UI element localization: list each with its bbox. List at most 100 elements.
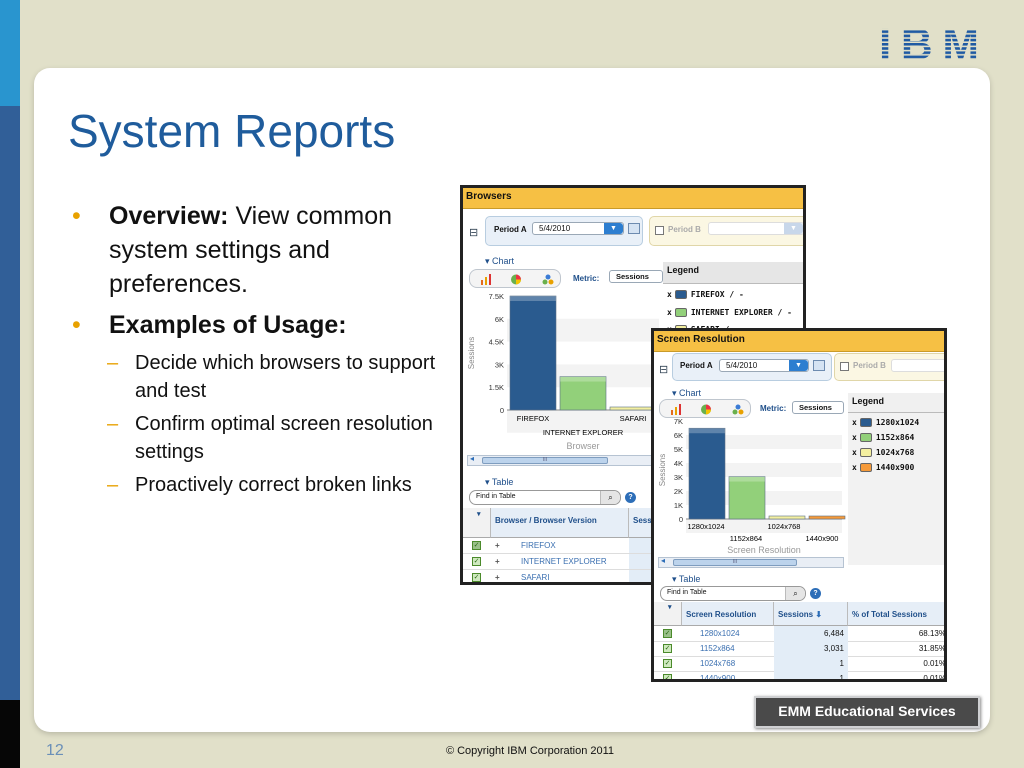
- y-axis-label: Sessions: [467, 337, 476, 369]
- help-icon[interactable]: ?: [810, 588, 821, 599]
- filter-icon[interactable]: ▾: [477, 510, 481, 518]
- legend-item[interactable]: x 1280x1024: [852, 418, 919, 427]
- bar-1440x900: [808, 515, 846, 520]
- legend-item[interactable]: x 1024x768: [852, 448, 914, 457]
- period-a-label: Period A: [680, 361, 713, 370]
- x-tick-label: 1152x864: [730, 534, 762, 543]
- expand-icon[interactable]: +: [495, 570, 500, 582]
- metric-select[interactable]: Sessions: [792, 401, 844, 414]
- bar-safari: [609, 406, 657, 411]
- row-resolution[interactable]: 1024x768: [700, 656, 735, 671]
- metric-label: Metric:: [573, 274, 600, 283]
- table-row[interactable]: ✓ 1440x900 1 0.01%: [654, 671, 944, 679]
- bar-1024x768: [768, 515, 806, 520]
- y-tick-label: 1.5K: [489, 383, 504, 392]
- table-row[interactable]: ✓ 1280x1024 6,484 68.13%: [654, 626, 944, 642]
- legend-item[interactable]: x FIREFOX / -: [667, 290, 744, 299]
- row-checkbox[interactable]: ✓: [663, 674, 672, 679]
- period-b-box: Period B: [834, 353, 944, 381]
- bullet-examples-label: Examples of Usage:: [109, 311, 347, 339]
- bar-chart-icon[interactable]: [670, 404, 682, 415]
- chevron-down-icon: ▼: [789, 360, 808, 371]
- y-tick-label: 0: [679, 515, 683, 524]
- row-resolution[interactable]: 1280x1024: [700, 626, 740, 641]
- row-checkbox[interactable]: ✓: [472, 573, 481, 582]
- search-icon[interactable]: ⌕: [600, 491, 620, 504]
- row-sessions: 6,484: [774, 626, 848, 641]
- ibm-logo: IBM: [879, 22, 979, 64]
- period-b-label: Period B: [668, 225, 701, 234]
- period-b-date-select[interactable]: [891, 359, 944, 372]
- calendar-icon[interactable]: [628, 223, 640, 234]
- table-section-toggle[interactable]: ▾ Table: [485, 477, 513, 488]
- row-checkbox[interactable]: ✓: [472, 541, 481, 550]
- search-icon[interactable]: ⌕: [785, 587, 805, 600]
- row-checkbox[interactable]: ✓: [663, 659, 672, 668]
- sub-bullet: – Confirm optimal screen resolution setti…: [107, 413, 433, 463]
- row-resolution[interactable]: 1440x900: [700, 671, 735, 679]
- table-row[interactable]: ✓ 1024x768 1 0.01%: [654, 656, 944, 672]
- bar-1152x864: [728, 476, 766, 520]
- expand-icon[interactable]: +: [495, 554, 500, 569]
- period-a-date-select[interactable]: 5/4/2010 ▼: [532, 222, 624, 235]
- row-checkbox[interactable]: ✓: [472, 557, 481, 566]
- row-resolution[interactable]: 1152x864: [700, 641, 735, 656]
- y-tick-label: 6K: [674, 431, 683, 440]
- period-b-checkbox[interactable]: [655, 226, 664, 235]
- scrollbar-thumb[interactable]: III: [673, 559, 797, 566]
- metric-select[interactable]: Sessions: [609, 270, 663, 283]
- legend-item[interactable]: x 1440x900: [852, 463, 914, 472]
- period-a-date-select[interactable]: 5/4/2010 ▼: [719, 359, 809, 372]
- pie-chart-icon[interactable]: [510, 274, 522, 285]
- row-label[interactable]: INTERNET EXPLORER: [521, 554, 607, 569]
- chart-section-toggle[interactable]: ▾ Chart: [672, 388, 701, 399]
- calendar-icon[interactable]: [813, 360, 825, 371]
- help-icon[interactable]: ?: [625, 492, 636, 503]
- row-label[interactable]: SAFARI: [521, 570, 549, 582]
- table-row[interactable]: ✓ 1152x864 3,031 31.85%: [654, 641, 944, 657]
- bar-highlight: [510, 296, 556, 301]
- row-sessions: 3,031: [774, 641, 848, 656]
- browsers-bar-chart: 7.5K 6K 4.5K 3K 1.5K 0 Sessions FIREFOX SAFARI IN…: [467, 292, 659, 451]
- legend-swatch: [859, 418, 872, 427]
- column-header-pct-total[interactable]: % of Total Sessions: [848, 602, 944, 626]
- slide-title: System Reports: [68, 105, 396, 157]
- chart-type-toolbar: [469, 269, 561, 288]
- row-checkbox[interactable]: ✓: [663, 629, 672, 638]
- y-tick-label: 4.5K: [489, 338, 504, 347]
- collapse-icon[interactable]: ⊟: [469, 226, 478, 239]
- legend-item[interactable]: x 1152x864: [852, 433, 914, 442]
- period-b-date-select[interactable]: ▼: [708, 222, 803, 235]
- x-tick-label: INTERNET EXPLORER: [543, 428, 624, 437]
- bullet-examples: • Examples of Usage:: [72, 311, 347, 339]
- chart-scrollbar[interactable]: ◂ III: [658, 556, 844, 568]
- pie-chart-icon[interactable]: [700, 404, 712, 415]
- row-label[interactable]: FIREFOX: [521, 538, 556, 553]
- column-header-screen-resolution[interactable]: Screen Resolution: [682, 602, 774, 626]
- map-chart-icon[interactable]: [732, 404, 744, 415]
- map-chart-icon[interactable]: [542, 274, 554, 285]
- row-checkbox[interactable]: ✓: [663, 644, 672, 653]
- scrollbar-thumb[interactable]: III: [482, 457, 608, 464]
- bar-chart-icon[interactable]: [480, 274, 492, 285]
- find-in-table-input[interactable]: Find in Table ⌕: [660, 586, 806, 601]
- find-in-table-input[interactable]: Find in Table ⌕: [469, 490, 621, 505]
- x-tick-label: FIREFOX: [517, 414, 550, 423]
- collapse-icon[interactable]: ⊟: [659, 363, 668, 376]
- metric-label: Metric:: [760, 404, 787, 413]
- bar-highlight: [560, 376, 606, 382]
- filter-icon[interactable]: ▾: [668, 603, 672, 611]
- column-header-sessions[interactable]: Sessions ⬇: [774, 602, 848, 626]
- chart-section-toggle[interactable]: ▾ Chart: [485, 256, 514, 267]
- period-b-checkbox[interactable]: [840, 362, 849, 371]
- chart-scrollbar[interactable]: ◂ III: [467, 454, 663, 466]
- legend-item[interactable]: x INTERNET EXPLORER / -: [667, 308, 792, 317]
- sidebar-accent-middle: [0, 106, 20, 700]
- sub-bullet: – Decide which browsers to support and te…: [107, 352, 436, 402]
- column-header-browser[interactable]: Browser / Browser Version: [491, 508, 629, 538]
- y-tick-label: 1K: [674, 501, 683, 510]
- legend-swatch: [859, 463, 872, 472]
- y-tick-label: 7.5K: [489, 292, 504, 301]
- expand-icon[interactable]: +: [495, 538, 500, 553]
- table-section-toggle[interactable]: ▾ Table: [672, 574, 700, 585]
